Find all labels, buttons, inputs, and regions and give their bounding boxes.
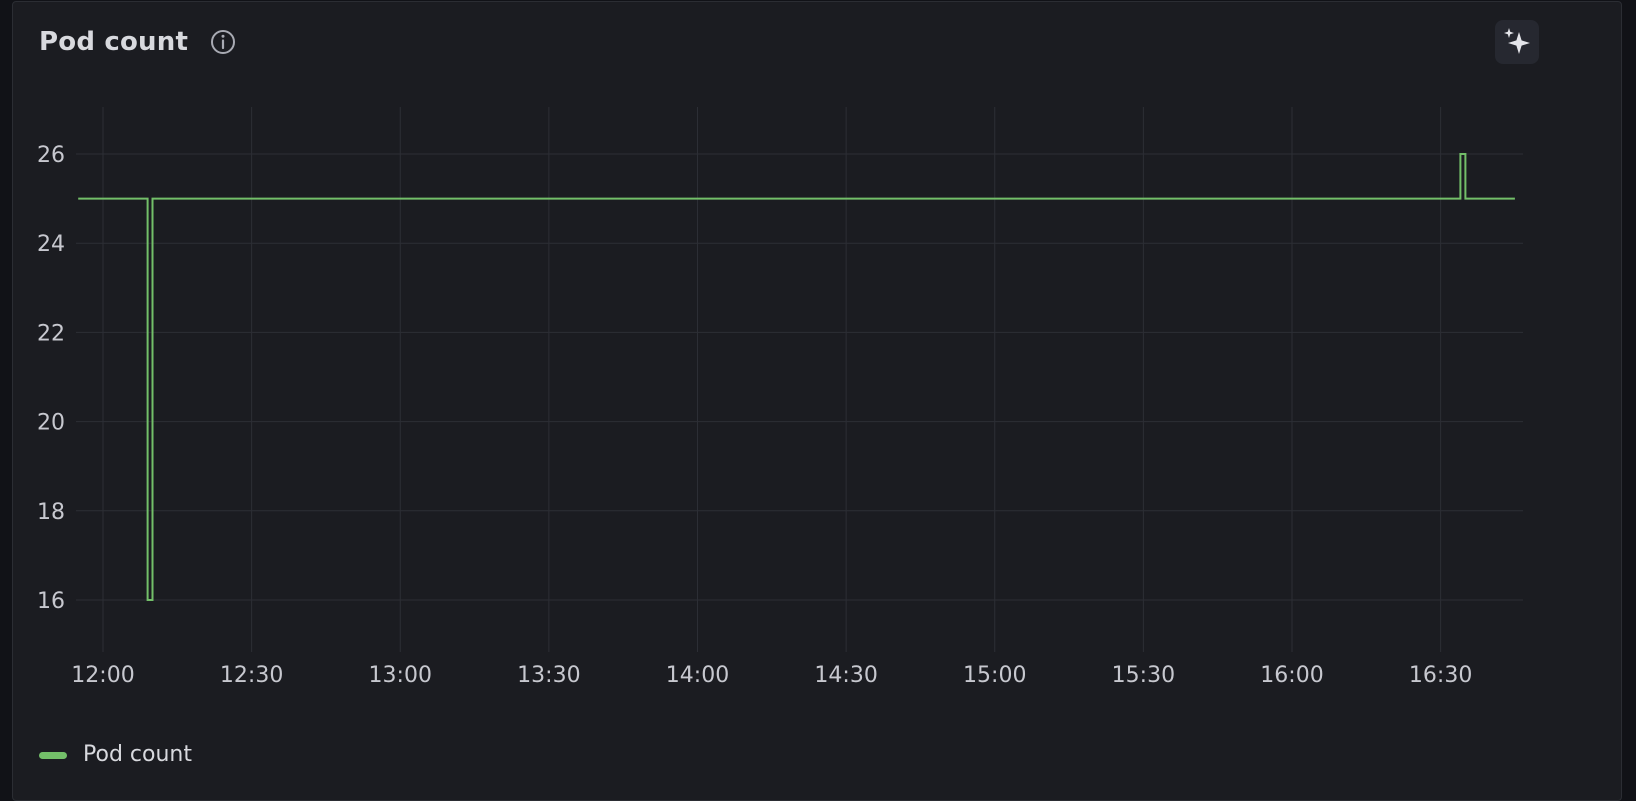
y-tick-label: 16 [37,589,65,614]
series-layer [78,153,1515,601]
grid [76,107,1523,652]
x-tick-label: 13:00 [369,663,432,688]
x-tick-label: 14:00 [666,663,729,688]
x-tick-label: 12:00 [71,663,134,688]
x-tick-label: 14:30 [814,663,877,688]
x-tick-label: 16:30 [1409,663,1472,688]
legend-swatch [39,751,67,759]
y-tick-label: 20 [37,411,65,436]
legend-label: Pod count [83,742,192,767]
chart-area: 16 18 20 22 24 26 12:00 12:30 13:00 13:30 14:00 14… [37,107,1523,688]
y-tick-label: 26 [37,143,65,168]
y-tick-label: 18 [37,500,65,525]
x-tick-label: 13:30 [517,663,580,688]
pod-count-panel: Pod count 16 18 20 22 24 26 12:00 12:30 13:00 13… [12,1,1622,801]
y-axis-ticks: 16 18 20 22 24 26 [37,143,65,614]
x-axis-ticks: 12:00 12:30 13:00 13:30 14:00 14:30 15:00 15:30… [71,663,1472,688]
series-line-pod-count [78,153,1515,601]
x-tick-label: 15:30 [1112,663,1175,688]
y-tick-label: 22 [37,321,65,346]
legend-item-pod-count[interactable]: Pod count [39,740,192,770]
x-tick-label: 16:00 [1260,663,1323,688]
x-tick-label: 15:00 [963,663,1026,688]
y-tick-label: 24 [37,232,65,257]
x-tick-label: 12:30 [220,663,283,688]
